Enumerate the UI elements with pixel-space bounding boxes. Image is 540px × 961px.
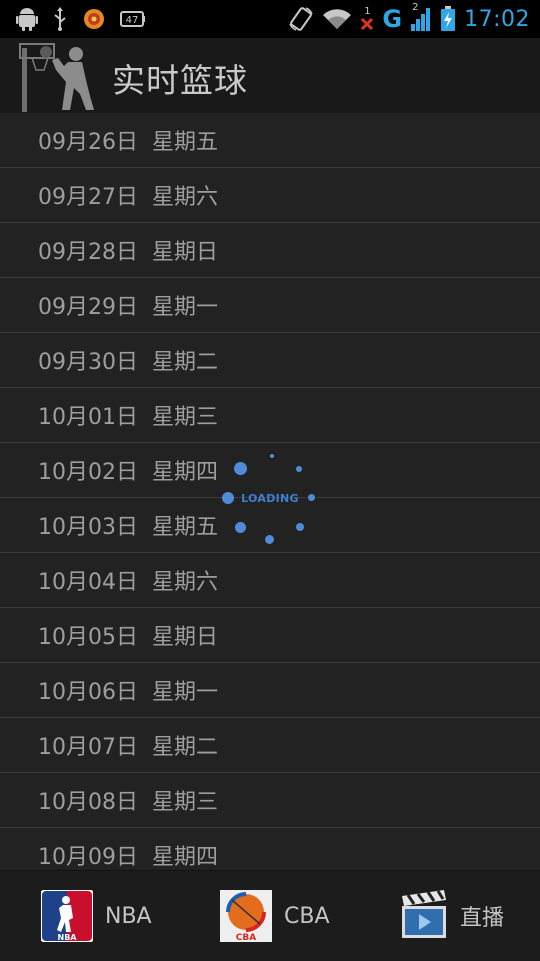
date-label: 10月02日 星期四	[38, 460, 218, 485]
status-clock: 17:02	[464, 6, 530, 32]
clapperboard-icon	[400, 890, 448, 942]
status-bar: 47 1 G 2 17:02	[0, 0, 540, 38]
tab-live[interactable]: 直播	[400, 871, 504, 961]
date-label: 09月27日 星期六	[38, 185, 218, 210]
date-label: 10月04日 星期六	[38, 570, 218, 595]
date-label: 10月08日 星期三	[38, 790, 218, 815]
notification-badge: 1	[364, 6, 371, 17]
spinner-dot	[296, 466, 302, 472]
nba-logo-icon: NBA	[41, 890, 93, 942]
date-label: 09月29日 星期一	[38, 295, 218, 320]
battery-charging-icon	[440, 6, 456, 32]
android-debug-icon	[16, 7, 38, 31]
signal-badge: 2	[412, 2, 419, 13]
date-label: 09月30日 星期二	[38, 350, 218, 375]
page-title: 实时篮球	[112, 61, 248, 100]
spinner-dot	[265, 535, 274, 544]
date-label: 10月09日 星期四	[38, 845, 218, 870]
date-list-item[interactable]: 09月30日 星期二	[0, 333, 540, 388]
usb-icon	[52, 7, 68, 31]
date-label: 10月01日 星期三	[38, 405, 218, 430]
signal-strength-icon: 2	[410, 2, 432, 32]
date-list-item[interactable]: 10月09日 星期四	[0, 828, 540, 870]
date-list-item[interactable]: 10月07日 星期二	[0, 718, 540, 773]
no-data-icon: 1	[360, 7, 374, 31]
bottom-tab-bar: NBA NBA CBA CBA 直播	[0, 870, 540, 961]
loading-text: LOADING	[241, 492, 299, 505]
network-type-indicator: G	[382, 5, 403, 33]
cba-logo-icon: CBA	[220, 890, 272, 942]
tab-cba[interactable]: CBA CBA	[220, 871, 330, 961]
date-list-item[interactable]: 10月06日 星期一	[0, 663, 540, 718]
spinner-dot	[234, 462, 247, 475]
tab-nba-label: NBA	[105, 903, 152, 929]
date-label: 10月07日 星期二	[38, 735, 218, 760]
date-list-item[interactable]: 10月08日 星期三	[0, 773, 540, 828]
rotation-lock-icon	[288, 6, 314, 32]
date-label: 10月06日 星期一	[38, 680, 218, 705]
battery-level-text: 47	[126, 15, 139, 26]
date-list-item[interactable]: 09月28日 星期日	[0, 223, 540, 278]
spinner-dot	[296, 523, 304, 531]
svg-text:NBA: NBA	[58, 933, 78, 942]
date-label: 09月26日 星期五	[38, 130, 218, 155]
date-list-item[interactable]: 10月01日 星期三	[0, 388, 540, 443]
date-label: 10月05日 星期日	[38, 625, 218, 650]
basketball-player-logo-icon	[18, 40, 98, 112]
app-header: 实时篮球	[0, 38, 540, 113]
tab-nba[interactable]: NBA NBA	[41, 871, 152, 961]
svg-text:CBA: CBA	[236, 933, 256, 942]
date-list-item[interactable]: 09月26日 星期五	[0, 113, 540, 168]
app-notification-icon	[82, 7, 106, 31]
spinner-dot	[235, 522, 246, 533]
date-label: 09月28日 星期日	[38, 240, 218, 265]
date-list-item[interactable]: 10月04日 星期六	[0, 553, 540, 608]
tab-cba-label: CBA	[284, 903, 330, 929]
spinner-dot	[270, 454, 274, 458]
battery-level-badge: 47	[120, 10, 146, 28]
date-list-item[interactable]: 10月05日 星期日	[0, 608, 540, 663]
tab-live-label: 直播	[460, 906, 505, 931]
loading-spinner: LOADING	[218, 452, 322, 546]
date-list-item[interactable]: 09月27日 星期六	[0, 168, 540, 223]
wifi-icon	[322, 7, 352, 31]
date-list-item[interactable]: 09月29日 星期一	[0, 278, 540, 333]
date-label: 10月03日 星期五	[38, 515, 218, 540]
